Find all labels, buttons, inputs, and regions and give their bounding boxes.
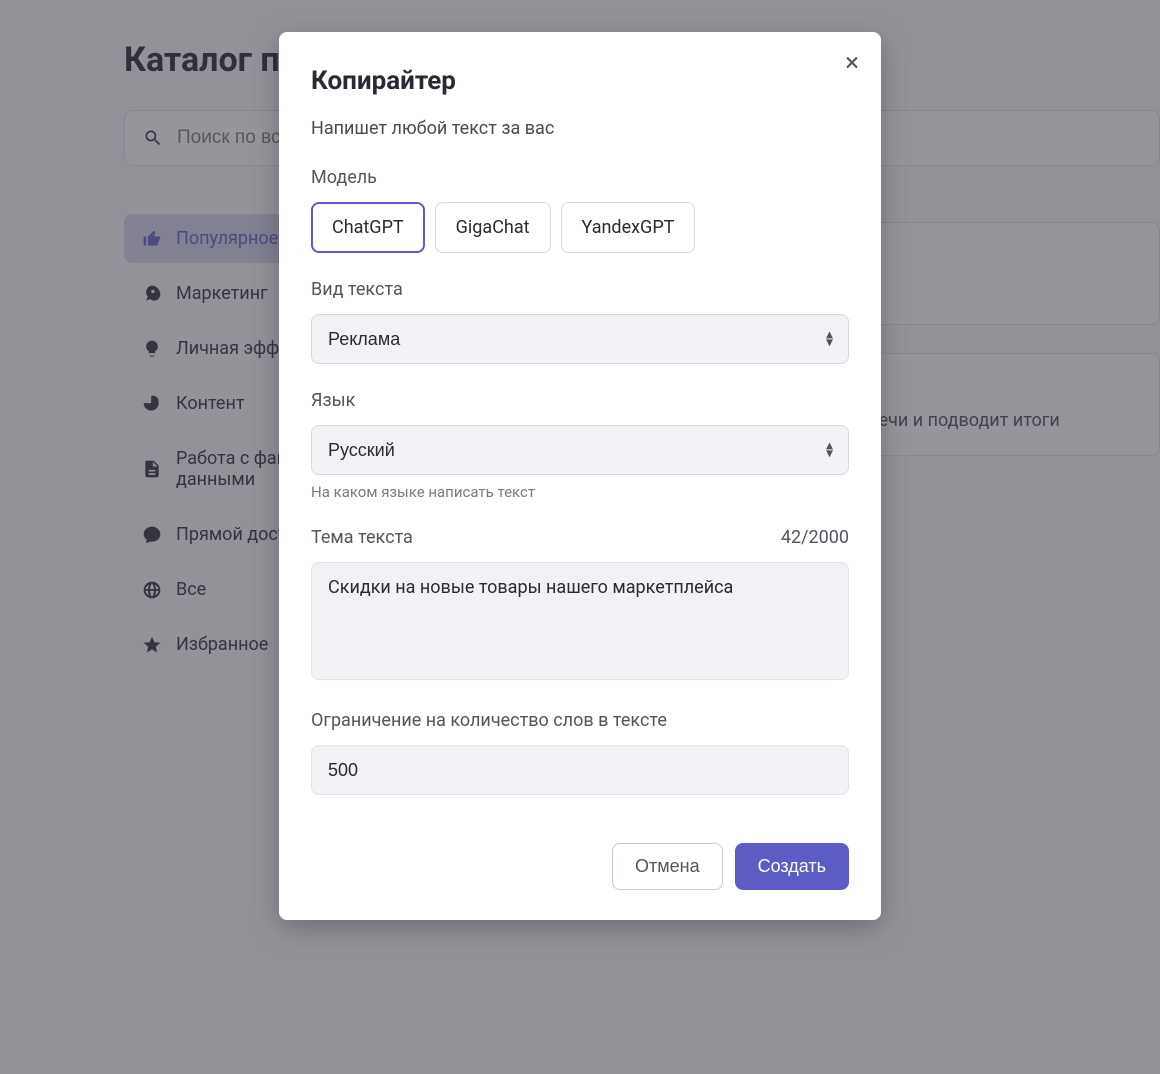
modal-subtitle: Напишет любой текст за вас [311, 118, 849, 139]
model-option-gigachat[interactable]: GigaChat [435, 202, 551, 253]
language-select[interactable]: Русский [311, 425, 849, 475]
language-select-wrap: Русский ▴▾ [311, 425, 849, 475]
cancel-button[interactable]: Отмена [612, 843, 723, 890]
create-button[interactable]: Создать [735, 843, 849, 890]
text-type-select[interactable]: Реклама [311, 314, 849, 364]
language-label: Язык [311, 390, 849, 411]
modal-footer: Отмена Создать [311, 843, 849, 890]
model-option-yandexgpt[interactable]: YandexGPT [561, 202, 696, 253]
model-option-chatgpt[interactable]: ChatGPT [311, 202, 425, 253]
text-type-select-wrap: Реклама ▴▾ [311, 314, 849, 364]
close-icon[interactable]: × [845, 50, 859, 76]
model-label: Модель [311, 167, 849, 188]
limit-label: Ограничение на количество слов в тексте [311, 710, 849, 731]
modal-overlay: × Копирайтер Напишет любой текст за вас … [0, 0, 1160, 1074]
topic-counter: 42/2000 [781, 527, 849, 548]
language-hint: На каком языке написать текст [311, 483, 849, 501]
word-limit-input[interactable] [311, 745, 849, 795]
text-type-label: Вид текста [311, 279, 849, 300]
topic-label: Тема текста [311, 527, 413, 548]
topic-textarea[interactable] [311, 562, 849, 680]
modal-title: Копирайтер [311, 66, 849, 96]
copywriter-modal: × Копирайтер Напишет любой текст за вас … [279, 32, 881, 920]
model-selector: ChatGPTGigaChatYandexGPT [311, 202, 849, 253]
